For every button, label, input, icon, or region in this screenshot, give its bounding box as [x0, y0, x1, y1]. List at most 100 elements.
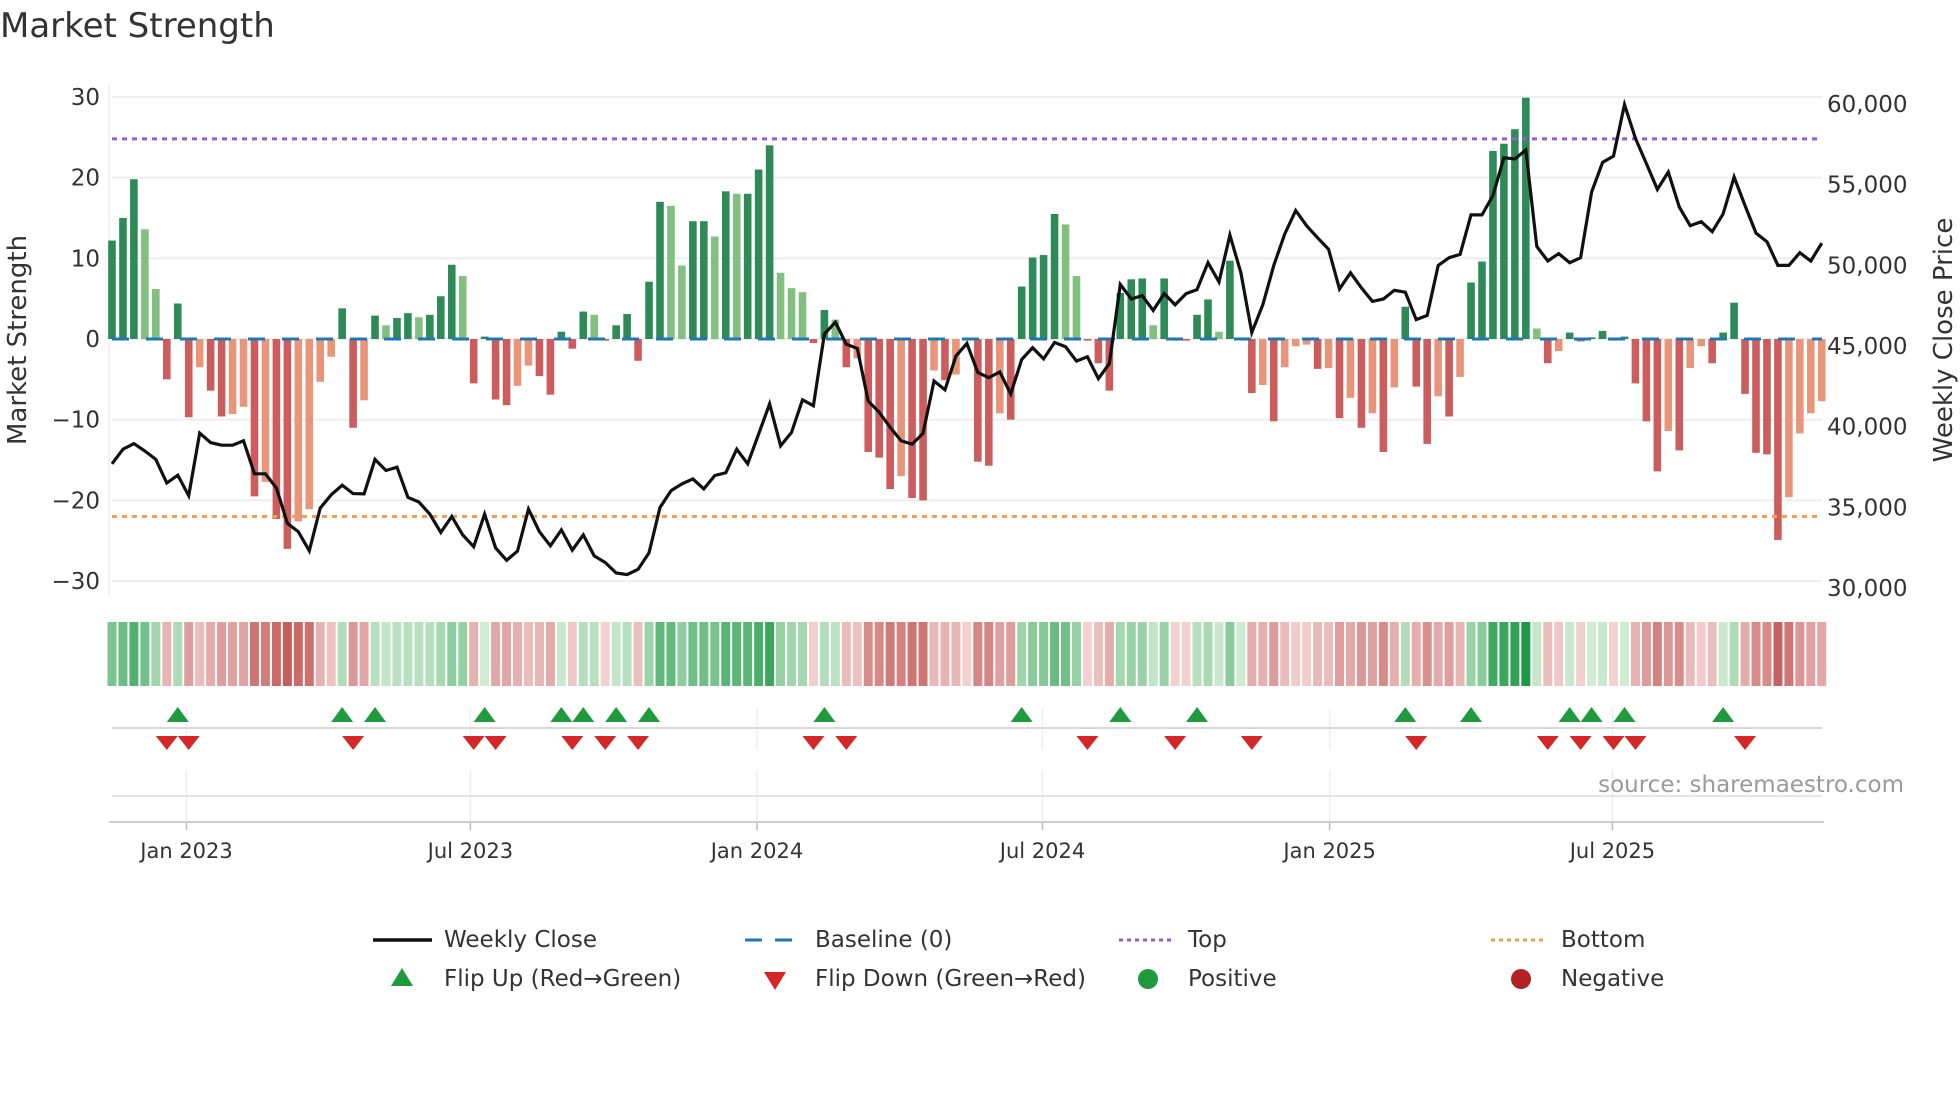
x-tick-label: Jan 2023: [138, 839, 233, 863]
strength-heatmap-cell: [973, 622, 983, 686]
strength-heatmap-cell: [1115, 622, 1125, 686]
strength-heatmap-cell: [929, 622, 939, 686]
strength-heatmap-cell: [1082, 622, 1092, 686]
strength-heatmap-cell: [1707, 622, 1717, 686]
negative-strength-bar: [206, 339, 215, 391]
strength-heatmap-cell: [1137, 622, 1147, 686]
strength-heatmap-cell: [1006, 622, 1016, 686]
strength-heatmap-cell: [469, 622, 479, 686]
strength-heatmap-cell: [184, 622, 194, 686]
flip-down-marker: [1569, 736, 1592, 750]
positive-strength-bar: [1160, 278, 1168, 339]
flip-down-marker: [1076, 736, 1099, 750]
positive-strength-bar: [1511, 129, 1519, 339]
negative-strength-bar: [1248, 339, 1256, 394]
strength-heatmap-cell: [337, 622, 347, 686]
strength-heatmap-cell: [1817, 622, 1827, 686]
strength-heatmap-cell: [1565, 622, 1575, 686]
strength-heatmap-cell: [600, 622, 610, 686]
positive-strength-bar: [579, 311, 588, 339]
negative-strength-bar: [1631, 339, 1640, 384]
strength-heatmap-cell: [688, 622, 698, 686]
y-tick-label: 0: [85, 327, 100, 353]
positive-strength-bar: [1149, 325, 1157, 339]
strength-heatmap-cell: [315, 622, 325, 686]
negative-strength-bar: [875, 339, 883, 458]
negative-strength-bar: [1807, 339, 1815, 414]
strength-heatmap-cell: [754, 622, 764, 686]
negative-strength-bar: [1697, 339, 1705, 347]
flip-up-marker: [1394, 707, 1417, 722]
flip-down-marker: [155, 736, 178, 750]
strength-heatmap-cell: [699, 622, 709, 686]
strength-heatmap-cell: [666, 622, 676, 686]
flip-down-marker: [802, 736, 825, 750]
negative-strength-bar: [1280, 339, 1289, 368]
strength-heatmap-cell: [1521, 622, 1531, 686]
strength-heatmap-cell: [1192, 622, 1202, 686]
strength-heatmap-cell: [1236, 622, 1246, 686]
strength-heatmap-cell: [1258, 622, 1268, 686]
negative-strength-bar: [1763, 339, 1771, 455]
strength-heatmap-cell: [1598, 622, 1608, 686]
strength-heatmap-cell: [1335, 622, 1345, 686]
negative-strength-bar: [1379, 339, 1388, 452]
negative-strength-bar: [1182, 339, 1190, 341]
market-strength-chart: 30 20 10 0 −10 −20 −30 60,000 55,000 50,000 45,000…: [3, 85, 1959, 863]
strength-heatmap-cell: [644, 622, 654, 686]
negative-strength-bar: [316, 339, 325, 382]
strength-heatmap-cell: [107, 622, 117, 686]
strength-heatmap-cell: [1280, 622, 1290, 686]
x-tick-label: Jan 2024: [709, 839, 804, 863]
negative-strength-bar: [930, 339, 938, 371]
strength-heatmap-cell: [502, 622, 512, 686]
positive-strength-bar: [1017, 286, 1026, 339]
positive-strength-bar: [656, 201, 664, 339]
negative-strength-bar: [1774, 339, 1782, 540]
y-tick-label: −10: [51, 408, 100, 434]
strength-heatmap-cell: [1378, 622, 1388, 686]
positive-strength-bar: [152, 288, 160, 339]
x-tick-label: Jul 2024: [998, 839, 1085, 863]
positive-strength-bar: [1226, 260, 1234, 339]
flip-up-marker: [572, 707, 595, 722]
positive-strength-bar: [765, 145, 774, 339]
y-axis-title: Market Strength: [3, 235, 33, 445]
positive-strength-bar: [743, 193, 752, 339]
negative-strength-bar: [1390, 339, 1399, 388]
strength-heatmap-cell: [1784, 622, 1794, 686]
negative-strength-bar: [1006, 339, 1015, 420]
positive-strength-bar: [1401, 306, 1410, 339]
negative-strength-bar: [1324, 339, 1333, 369]
positive-strength-bar: [721, 191, 730, 339]
flip-down-marker: [462, 736, 485, 750]
negative-strength-bar: [195, 339, 204, 368]
strength-heatmap-cell: [1609, 622, 1619, 686]
negative-strength-bar: [1313, 339, 1322, 369]
strength-heatmap-cell: [392, 622, 402, 686]
negative-strength-bar: [1554, 339, 1563, 352]
strength-heatmap-cell: [282, 622, 292, 686]
strength-heatmap-cell: [1302, 622, 1312, 686]
negative-strength-bar: [1423, 339, 1431, 444]
flip-down-marker: [561, 736, 584, 750]
y-tick-label: 20: [71, 166, 100, 192]
flip-up-marker: [1109, 707, 1132, 722]
strength-heatmap-cell: [1356, 622, 1366, 686]
positive-strength-bar: [689, 221, 697, 339]
strength-heatmap-cell: [1532, 622, 1542, 686]
strength-heatmap-cell: [293, 622, 303, 686]
flip-down-marker: [1536, 736, 1559, 750]
positive-strength-bar: [141, 229, 149, 339]
flip-up-marker: [550, 707, 573, 722]
negative-strength-bar: [217, 339, 226, 417]
negative-strength-bar: [1083, 339, 1092, 341]
strength-heatmap-cell: [885, 622, 895, 686]
strength-heatmap-cell: [1170, 622, 1180, 686]
strength-heatmap-cell: [1389, 622, 1399, 686]
strength-heatmap-cell: [480, 622, 490, 686]
positive-strength-bar: [787, 288, 796, 339]
flip-up-marker: [473, 707, 496, 722]
flip-up-marker: [331, 707, 354, 722]
strength-heatmap-cell: [984, 622, 994, 686]
